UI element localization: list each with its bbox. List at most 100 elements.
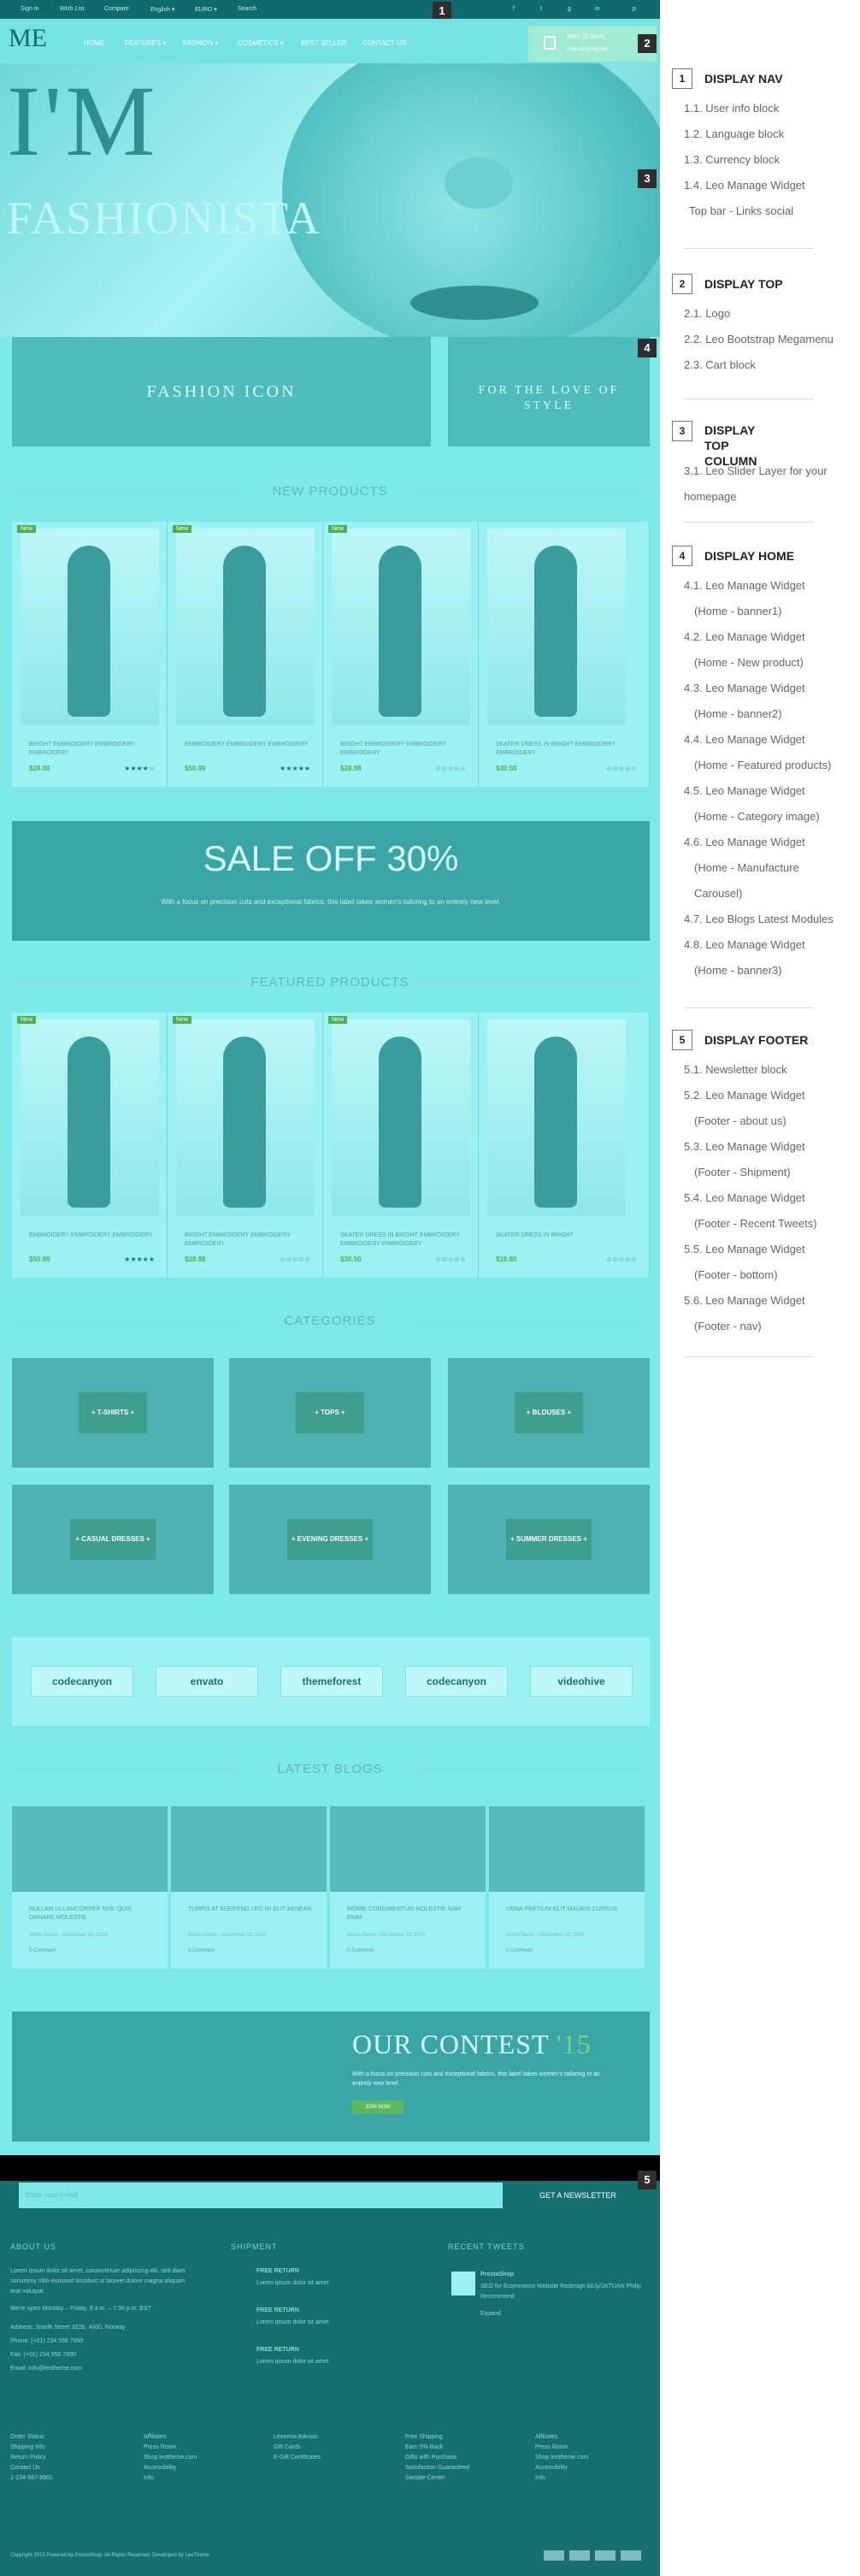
footer-link[interactable]: Press Room [535,2443,588,2453]
footer-link[interactable]: Leoemia Advisor [274,2432,321,2443]
product-name[interactable]: SKATER DRESS IN BRIGHT EMBROIDERY EMBROI… [496,741,624,758]
footer-link[interactable]: Accessibility [535,2463,588,2473]
blog-card[interactable]: NULLAM ULLAMCORPER NISL QUIS ORNARE MOLE… [12,1806,168,1969]
brand-logo[interactable]: videohive [530,1666,633,1697]
footer-link[interactable]: Accessibility [144,2463,197,2473]
hero-slider[interactable]: I'M FASHIONISTA [0,63,660,337]
product-name[interactable]: SKATER DRESS IN BRIGHT EMBROIDERY EMBROI… [340,1232,468,1249]
blog-title[interactable]: URNA PRETIUM ELIT MAURIS CURSUS [506,1905,634,1914]
category-label[interactable]: + SUMMER DRESSES + [506,1519,592,1560]
category-tile[interactable]: + CASUAL DRESSES + [12,1485,214,1594]
category-tile[interactable]: + T-SHIRTS + [12,1358,214,1468]
product-name[interactable]: EMBROIDERY EMBROIDERY EMBROIDERY [185,741,313,749]
category-tile[interactable]: + BLOUSES + [448,1358,650,1468]
product-card[interactable]: New EMBROIDERY EMBROIDERY EMBROIDERY $50… [12,1013,168,1278]
wishlist-link[interactable]: Wish List [60,6,84,12]
linkedin-icon[interactable]: in [595,6,599,12]
currency-select[interactable]: EURO ▾ [195,6,217,13]
category-tile[interactable]: + SUMMER DRESSES + [448,1485,650,1594]
product-card[interactable]: New BRIGHT EMBROIDERY EMBROIDERY EMBROID… [12,522,168,787]
search-link[interactable]: Search [238,6,256,12]
footer-link[interactable]: Order Status [10,2432,53,2443]
product-name[interactable]: EMBROIDERY EMBROIDERY EMBROIDERY [29,1232,157,1240]
brand-logo[interactable]: codecanyon [31,1666,133,1697]
footer-link[interactable]: Affiliates [144,2432,197,2443]
category-label[interactable]: + CASUAL DRESSES + [70,1519,156,1560]
blog-comments[interactable]: 0 Comment [347,1948,374,1953]
product-card[interactable]: SKATER DRESS IN BRIGHT $16.80 ☆☆☆☆☆ [479,1013,650,1278]
language-select[interactable]: English ▾ [150,6,174,13]
footer-link[interactable]: Free Shipping [405,2432,469,2443]
brand-logo[interactable]: themeforest [280,1666,383,1697]
blog-card[interactable]: URNA PRETIUM ELIT MAURIS CURSUS Demo Dem… [489,1806,645,1969]
brand-logo[interactable]: codecanyon [405,1666,508,1697]
contest-banner[interactable]: OUR CONTEST '15 With a focus on precisio… [12,2012,650,2142]
footer-link[interactable]: Press Room [144,2443,197,2453]
footer-link[interactable]: Shop leotheme.com [535,2453,588,2463]
product-name[interactable]: BRIGHT EMBROIDERY EMBROIDERY EMBROIDERY [185,1232,313,1249]
sign-in-link[interactable]: Sign in [21,6,38,12]
footer-link[interactable]: Satisfaction Guaranteed [405,2463,469,2473]
product-name[interactable]: BRIGHT EMBROIDERY EMBROIDERY EMBROIDERY [340,741,468,758]
footer-link[interactable]: E-Gift Certificates [274,2453,321,2463]
blog-comments[interactable]: 0 Comment [29,1948,56,1953]
category-label[interactable]: + EVENING DRESSES + [287,1519,373,1560]
blog-comments[interactable]: 0 Comment [506,1948,533,1953]
product-name[interactable]: BRIGHT EMBROIDERY EMBROIDERY EMBROIDERY [29,741,157,758]
footer-link[interactable]: Info [144,2473,197,2484]
blog-card[interactable]: TURPIS AT ELEIFEND LEO MI ELIT AENEAN De… [171,1806,327,1969]
join-now-button[interactable]: JOIN NOW [352,2100,403,2114]
footer-link[interactable]: Contact Us [10,2463,53,2473]
footer-link[interactable]: Gift Cards [274,2443,321,2453]
menu-contact-us[interactable]: CONTACT US [362,39,406,47]
banner-love-style[interactable]: FOR THE LOVE OF STYLE [448,337,650,446]
product-card[interactable]: New BRIGHT EMBROIDERY EMBROIDERY EMBROID… [168,1013,323,1278]
footer-link[interactable]: Shop leotheme.com [144,2453,197,2463]
category-label[interactable]: + T-SHIRTS + [79,1392,147,1433]
menu-cosmetics[interactable]: COSMETICS ▾ [238,39,284,47]
tweet-user[interactable]: PrestaShop [480,2270,514,2280]
category-tile[interactable]: + TOPS + [229,1358,431,1468]
product-card[interactable]: New SKATER DRESS IN BRIGHT EMBROIDERY EM… [323,1013,479,1278]
brand-logo[interactable]: envato [156,1666,258,1697]
product-figure [68,546,110,717]
category-tile[interactable]: + EVENING DRESSES + [229,1485,431,1594]
menu-home[interactable]: HOME [84,39,104,47]
blog-title[interactable]: MORBI CONDIMENTUM MOLESTIE NAM ENIM [347,1905,475,1923]
footer-link[interactable]: Shipping Info [10,2443,53,2453]
newsletter-submit-button[interactable]: GET A NEWSLETTER [510,2183,646,2208]
footer-link[interactable]: Info [535,2473,588,2484]
blog-comments[interactable]: 0 Comment [188,1948,215,1953]
newsletter-email-input[interactable]: Enter your e-mail [19,2183,503,2208]
footer-link[interactable]: Affiliates [535,2432,588,2443]
pinterest-icon[interactable]: p [633,6,636,12]
product-card[interactable]: New BRIGHT EMBROIDERY EMBROIDERY EMBROID… [323,522,479,787]
compare-link[interactable]: Compare [104,6,129,12]
email[interactable]: Email: info@leotheme.com [10,2364,82,2374]
sale-banner[interactable]: SALE OFF 30% With a focus on precision c… [12,821,650,941]
menu-best-seller[interactable]: BEST SELLER [301,39,347,47]
logo[interactable]: ME [9,26,47,51]
blog-title[interactable]: NULLAM ULLAMCORPER NISL QUIS ORNARE MOLE… [29,1905,157,1923]
module-item: 4.1. Leo Manage Widget [684,579,805,592]
blog-card[interactable]: MORBI CONDIMENTUM MOLESTIE NAM ENIM Demo… [330,1806,486,1969]
product-name[interactable]: SKATER DRESS IN BRIGHT [496,1232,624,1240]
category-label[interactable]: + BLOUSES + [515,1392,583,1433]
footer-link[interactable]: Sample Center [405,2473,469,2484]
tweet-expand-link[interactable]: Expand [480,2309,501,2319]
facebook-icon[interactable]: f [513,6,515,12]
category-label[interactable]: + TOPS + [296,1392,364,1433]
footer-link[interactable]: Gifts with Purchase [405,2453,469,2463]
blog-title[interactable]: TURPIS AT ELEIFEND LEO MI ELIT AENEAN [188,1905,316,1914]
menu-features[interactable]: FEATURES ▾ [125,39,166,47]
twitter-icon[interactable]: t [540,6,542,12]
module-item: 1.3. Currency block [684,153,780,166]
banner-fashion-icon[interactable]: FASHION ICON [12,337,431,446]
product-card[interactable]: SKATER DRESS IN BRIGHT EMBROIDERY EMBROI… [479,522,650,787]
footer-link[interactable]: Earn 5% Back [405,2443,469,2453]
footer-link[interactable]: Return Policy [10,2453,53,2463]
product-card[interactable]: New EMBROIDERY EMBROIDERY EMBROIDERY $50… [168,522,323,787]
menu-fashion[interactable]: FASHION ▾ [183,39,218,47]
google-icon[interactable]: g [568,6,571,12]
new-badge: New [328,1016,348,1024]
